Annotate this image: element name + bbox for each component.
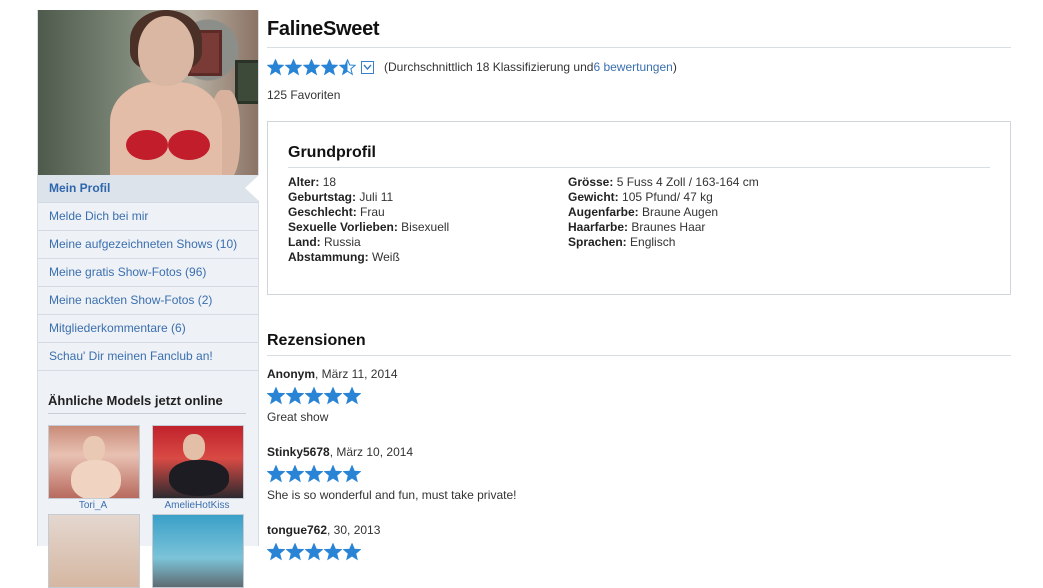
profile-facts-left: Alter: 18 Geburtstag: Juli 11 Geschlecht…	[288, 175, 449, 265]
star-full-icon	[324, 387, 342, 405]
model-name-link[interactable]: Tori_A	[43, 500, 143, 511]
fact-label: Haarfarbe:	[568, 220, 629, 234]
sidebar: Mein Profil Melde Dich bei mir Meine auf…	[37, 10, 259, 588]
model-thumbnail[interactable]	[152, 425, 244, 499]
fact-value: 18	[322, 175, 337, 189]
star-full-icon	[305, 465, 323, 483]
star-full-icon	[343, 387, 361, 405]
similar-models: Ähnliche Models jetzt online Tori_A Amel…	[48, 393, 247, 588]
model-thumbnail[interactable]	[152, 514, 244, 588]
fact-row: Geschlecht: Frau	[288, 205, 449, 220]
star-full-icon	[286, 387, 304, 405]
review-author[interactable]: Stinky5678	[267, 445, 330, 459]
menu-item-fanclub[interactable]: Schau' Dir meinen Fanclub an!	[38, 343, 258, 371]
favorites-count: 125 Favoriten	[267, 88, 341, 102]
star-full-icon	[303, 58, 320, 75]
review-date: , März 10, 2014	[329, 445, 414, 459]
rating-summary-prefix: (Durchschnittlich 18 Klassifizierung und	[384, 60, 594, 74]
fact-label: Geschlecht:	[288, 205, 357, 219]
fact-row: Augenfarbe: Braune Augen	[568, 205, 759, 220]
review-item: Stinky5678, März 10, 2014 She is so wond…	[267, 445, 516, 502]
fact-label: Gewicht:	[568, 190, 619, 204]
fact-row: Sexuelle Vorlieben: Bisexuell	[288, 220, 449, 235]
photo-garment	[168, 130, 210, 160]
menu-item-melde-dich[interactable]: Melde Dich bei mir	[38, 203, 258, 231]
star-full-icon	[305, 387, 323, 405]
star-full-icon	[343, 465, 361, 483]
fact-label: Sexuelle Vorlieben:	[288, 220, 398, 234]
fact-value: Englisch	[630, 235, 676, 249]
fact-value: 5 Fuss 4 Zoll / 163-164 cm	[616, 175, 759, 189]
fact-row: Sprachen: Englisch	[568, 235, 759, 250]
fact-value: Braunes Haar	[631, 220, 706, 234]
review-author[interactable]: Anonym	[267, 367, 315, 381]
photo-wall-frame	[235, 60, 258, 104]
review-item: tongue762, 30, 2013	[267, 523, 380, 561]
fact-label: Alter:	[288, 175, 320, 189]
average-rating-stars	[267, 58, 356, 76]
review-date: , 30, 2013	[327, 523, 381, 537]
photo-head	[138, 16, 194, 86]
star-full-icon	[267, 465, 285, 483]
fact-label: Land:	[288, 235, 321, 249]
fact-row: Grösse: 5 Fuss 4 Zoll / 163-164 cm	[568, 175, 759, 190]
review-date: , März 11, 2014	[315, 367, 398, 381]
fact-row: Gewicht: 105 Pfund/ 47 kg	[568, 190, 759, 205]
model-thumbnail[interactable]	[48, 425, 140, 499]
fact-label: Abstammung:	[288, 250, 369, 264]
fact-label: Geburtstag:	[288, 190, 357, 204]
star-full-icon	[267, 387, 285, 405]
ratings-count-link[interactable]: 6 bewertungen	[593, 60, 672, 74]
profile-main: FalineSweet (Durchschnittlich 18 Klassif…	[267, 18, 1011, 561]
review-rating-stars	[267, 465, 516, 483]
photo-garment	[126, 130, 168, 160]
grundprofil-box: Grundprofil Alter: 18 Geburtstag: Juli 1…	[267, 121, 1011, 295]
review-text: She is so wonderful and fun, must take p…	[267, 488, 517, 502]
star-full-icon	[321, 58, 338, 75]
fact-row: Geburtstag: Juli 11	[288, 190, 449, 205]
fact-label: Sprachen:	[568, 235, 627, 249]
review-text: Great show	[267, 410, 329, 424]
fact-value: 105 Pfund/ 47 kg	[622, 190, 713, 204]
fact-row: Abstammung: Weiß	[288, 250, 449, 265]
rating-dropdown-icon[interactable]	[361, 60, 374, 74]
fact-row: Alter: 18	[288, 175, 449, 190]
fact-value: Bisexuell	[401, 220, 450, 234]
photo-body	[110, 82, 222, 175]
star-full-icon	[285, 58, 302, 75]
fact-row: Haarfarbe: Braunes Haar	[568, 220, 759, 235]
menu-item-shows[interactable]: Meine aufgezeichneten Shows (10)	[38, 231, 258, 259]
menu-item-kommentare[interactable]: Mitgliederkommentare (6)	[38, 315, 258, 343]
star-full-icon	[324, 465, 342, 483]
review-author[interactable]: tongue762	[267, 523, 327, 537]
model-photo[interactable]	[38, 10, 258, 175]
fact-label: Augenfarbe:	[568, 205, 639, 219]
fact-value: Frau	[360, 205, 385, 219]
fact-value: Juli 11	[359, 190, 394, 204]
fact-label: Grösse:	[568, 175, 614, 189]
menu-item-mein-profil[interactable]: Mein Profil	[38, 175, 259, 203]
rating-row: (Durchschnittlich 18 Klassifizierung und…	[267, 58, 1011, 76]
similar-models-title: Ähnliche Models jetzt online	[48, 393, 246, 414]
model-thumbnail[interactable]	[48, 514, 140, 588]
star-half-icon	[339, 58, 356, 75]
star-full-icon	[267, 58, 284, 75]
star-full-icon	[286, 465, 304, 483]
review-rating-stars	[267, 387, 398, 405]
fact-value: Weiß	[372, 250, 400, 264]
model-name: FalineSweet	[267, 18, 1011, 48]
profile-facts-right: Grösse: 5 Fuss 4 Zoll / 163-164 cm Gewic…	[568, 175, 759, 250]
reviews-title: Rezensionen	[267, 332, 1011, 356]
rating-summary-suffix: )	[672, 60, 677, 74]
fact-value: Braune Augen	[642, 205, 719, 219]
review-item: Anonym, März 11, 2014 Great show	[267, 367, 398, 424]
profile-menu: Mein Profil Melde Dich bei mir Meine auf…	[38, 175, 259, 371]
menu-item-gratis-fotos[interactable]: Meine gratis Show-Fotos (96)	[38, 259, 258, 287]
fact-row: Land: Russia	[288, 235, 449, 250]
fact-value: Russia	[324, 235, 361, 249]
grundprofil-title: Grundprofil	[288, 144, 376, 161]
model-name-link[interactable]: AmelieHotKiss	[147, 500, 247, 511]
menu-item-nackte-fotos[interactable]: Meine nackten Show-Fotos (2)	[38, 287, 258, 315]
